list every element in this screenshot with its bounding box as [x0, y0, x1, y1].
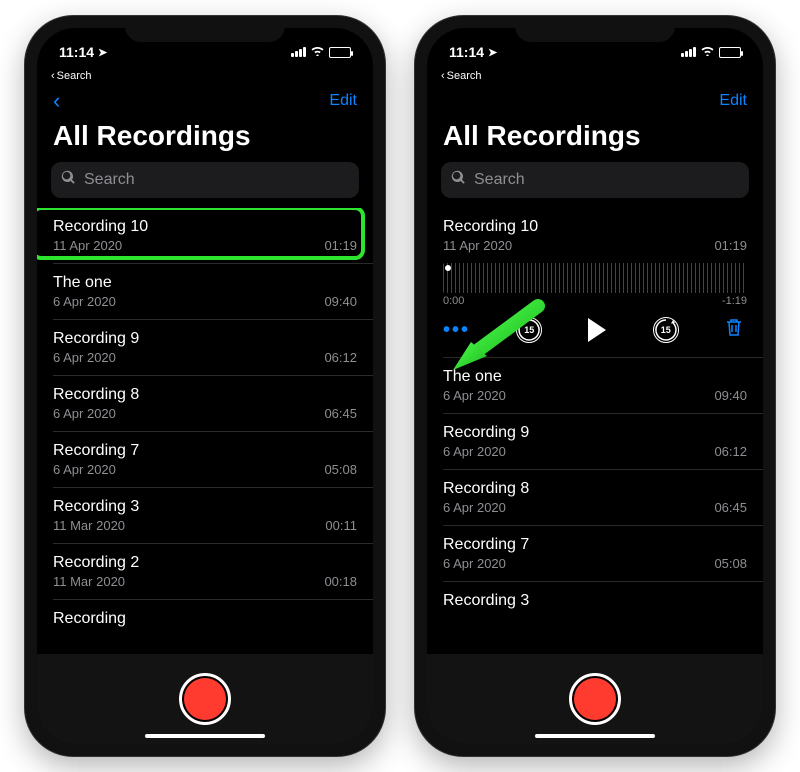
- bottom-bar: [37, 654, 373, 744]
- chevron-left-icon: ‹: [441, 70, 445, 82]
- screen-left: 11:14 ➤ ‹ Search ‹ Edit All Recordings: [37, 28, 373, 744]
- list-item[interactable]: The one 6 Apr 202009:40: [443, 358, 763, 414]
- delete-button[interactable]: [725, 317, 743, 343]
- recording-list: Recording 10 11 Apr 2020 01:19 0:00 -1:1…: [427, 208, 763, 654]
- phone-right: 11:14 ➤ ‹ Search ‹ Edit All Recordings: [415, 16, 775, 756]
- back-to-search[interactable]: ‹ Search: [37, 68, 373, 82]
- back-button[interactable]: ‹: [47, 88, 66, 114]
- status-time: 11:14: [449, 44, 484, 60]
- battery-icon: [719, 47, 741, 58]
- remaining-time: -1:19: [722, 295, 747, 307]
- search-icon: [451, 170, 466, 190]
- nav-bar: ‹ Edit: [37, 82, 373, 118]
- list-item[interactable]: Recording: [53, 600, 373, 640]
- skip-back-button[interactable]: 15: [516, 317, 542, 343]
- list-item[interactable]: Recording 8 6 Apr 202006:45: [443, 470, 763, 526]
- location-icon: ➤: [98, 46, 107, 59]
- home-indicator[interactable]: [535, 734, 655, 738]
- recording-list: Recording 10 11 Apr 202001:19 The one 6 …: [37, 208, 373, 654]
- list-item[interactable]: Recording 7 6 Apr 202005:08: [53, 432, 373, 488]
- signal-icon: [681, 47, 696, 57]
- nav-bar: ‹ Edit: [427, 82, 763, 118]
- phone-left: 11:14 ➤ ‹ Search ‹ Edit All Recordings: [25, 16, 385, 756]
- back-to-search[interactable]: ‹ Search: [427, 68, 763, 82]
- edit-button[interactable]: Edit: [329, 92, 357, 110]
- list-item[interactable]: Recording 2 11 Mar 202000:18: [53, 544, 373, 600]
- wifi-icon: [310, 45, 325, 59]
- location-icon: ➤: [488, 46, 497, 59]
- edit-button[interactable]: Edit: [719, 92, 747, 110]
- home-indicator[interactable]: [145, 734, 265, 738]
- page-title: All Recordings: [37, 118, 373, 162]
- search-input[interactable]: Search: [441, 162, 749, 198]
- expanded-recording[interactable]: Recording 10 11 Apr 2020 01:19 0:00 -1:1…: [443, 208, 763, 358]
- list-item[interactable]: Recording 8 6 Apr 202006:45: [53, 376, 373, 432]
- play-button[interactable]: [588, 318, 606, 342]
- elapsed-time: 0:00: [443, 295, 464, 307]
- wifi-icon: [700, 45, 715, 59]
- search-input[interactable]: Search: [51, 162, 359, 198]
- page-title: All Recordings: [427, 118, 763, 162]
- list-item[interactable]: Recording 10 11 Apr 202001:19: [53, 208, 373, 264]
- list-item[interactable]: Recording 9 6 Apr 202006:12: [53, 320, 373, 376]
- status-time: 11:14: [59, 44, 94, 60]
- notch: [515, 16, 675, 42]
- list-item[interactable]: Recording 9 6 Apr 202006:12: [443, 414, 763, 470]
- more-options-button[interactable]: •••: [443, 319, 470, 342]
- list-item[interactable]: Recording 7 6 Apr 202005:08: [443, 526, 763, 582]
- signal-icon: [291, 47, 306, 57]
- list-item[interactable]: Recording 3 11 Mar 202000:11: [53, 488, 373, 544]
- search-placeholder: Search: [84, 171, 135, 189]
- record-button[interactable]: [179, 673, 231, 725]
- list-item[interactable]: The one 6 Apr 202009:40: [53, 264, 373, 320]
- playback-scrubber[interactable]: [443, 263, 747, 293]
- screen-right: 11:14 ➤ ‹ Search ‹ Edit All Recordings: [427, 28, 763, 744]
- chevron-left-icon: ‹: [51, 70, 55, 82]
- record-button[interactable]: [569, 673, 621, 725]
- bottom-bar: [427, 654, 763, 744]
- list-item[interactable]: Recording 3: [443, 582, 763, 622]
- notch: [125, 16, 285, 42]
- playback-controls: ••• 15 15: [443, 317, 747, 343]
- search-icon: [61, 170, 76, 190]
- skip-forward-button[interactable]: 15: [653, 317, 679, 343]
- battery-icon: [329, 47, 351, 58]
- search-placeholder: Search: [474, 171, 525, 189]
